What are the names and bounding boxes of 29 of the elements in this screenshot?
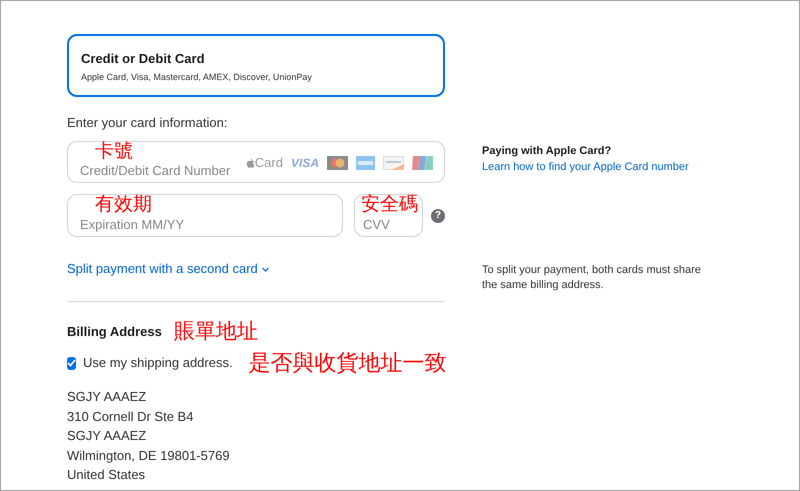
- split-note: To split your payment, both cards must share the same billing address.: [482, 263, 702, 293]
- annotation: 卡號: [95, 142, 133, 162]
- annotation: 有效期: [95, 195, 152, 215]
- annotation: 安全碼: [361, 195, 418, 215]
- help-link[interactable]: Learn how to find your Apple Card number: [482, 160, 702, 174]
- help-title: Paying with Apple Card?: [482, 144, 612, 158]
- option-title: Credit or Debit Card: [81, 51, 206, 67]
- payment-option[interactable]: Credit or Debit Card Apple Card, Visa, Mastercard, AMEX, Discover, UnionPay: [67, 34, 445, 97]
- help-icon[interactable]: ?: [431, 208, 445, 222]
- card-logo: VISA: [290, 156, 319, 170]
- address-line: 310 Cornell Dr Ste B4: [67, 408, 194, 426]
- card-logo-icon: [383, 156, 404, 170]
- address-line: United States: [67, 466, 146, 484]
- annotation: 賬單地址: [174, 320, 258, 344]
- section-label: Enter your card information:: [67, 115, 228, 131]
- card-logo: Card: [246, 155, 283, 171]
- option-subtitle: Apple Card, Visa, Mastercard, AMEX, Discover, UnionPay: [81, 71, 313, 84]
- section-title: Billing Address: [67, 324, 162, 340]
- address-line: Wilmington, DE 19801-5769: [67, 446, 231, 465]
- checkbox-label: Use my shipping address.: [83, 355, 233, 371]
- address-line: SGJY AAAEZ: [67, 388, 148, 406]
- address-line: SGJY AAAEZ: [67, 427, 148, 445]
- card-logo-icon: [327, 156, 348, 170]
- chevron-down-icon: [262, 266, 269, 272]
- card-logo-icon: [356, 156, 375, 170]
- split-payment-link[interactable]: Split payment with a second card: [67, 261, 445, 277]
- checkbox[interactable]: [67, 356, 76, 370]
- annotation: 是否與收貨地址一致: [248, 350, 447, 376]
- card-logo-icon: [412, 156, 433, 170]
